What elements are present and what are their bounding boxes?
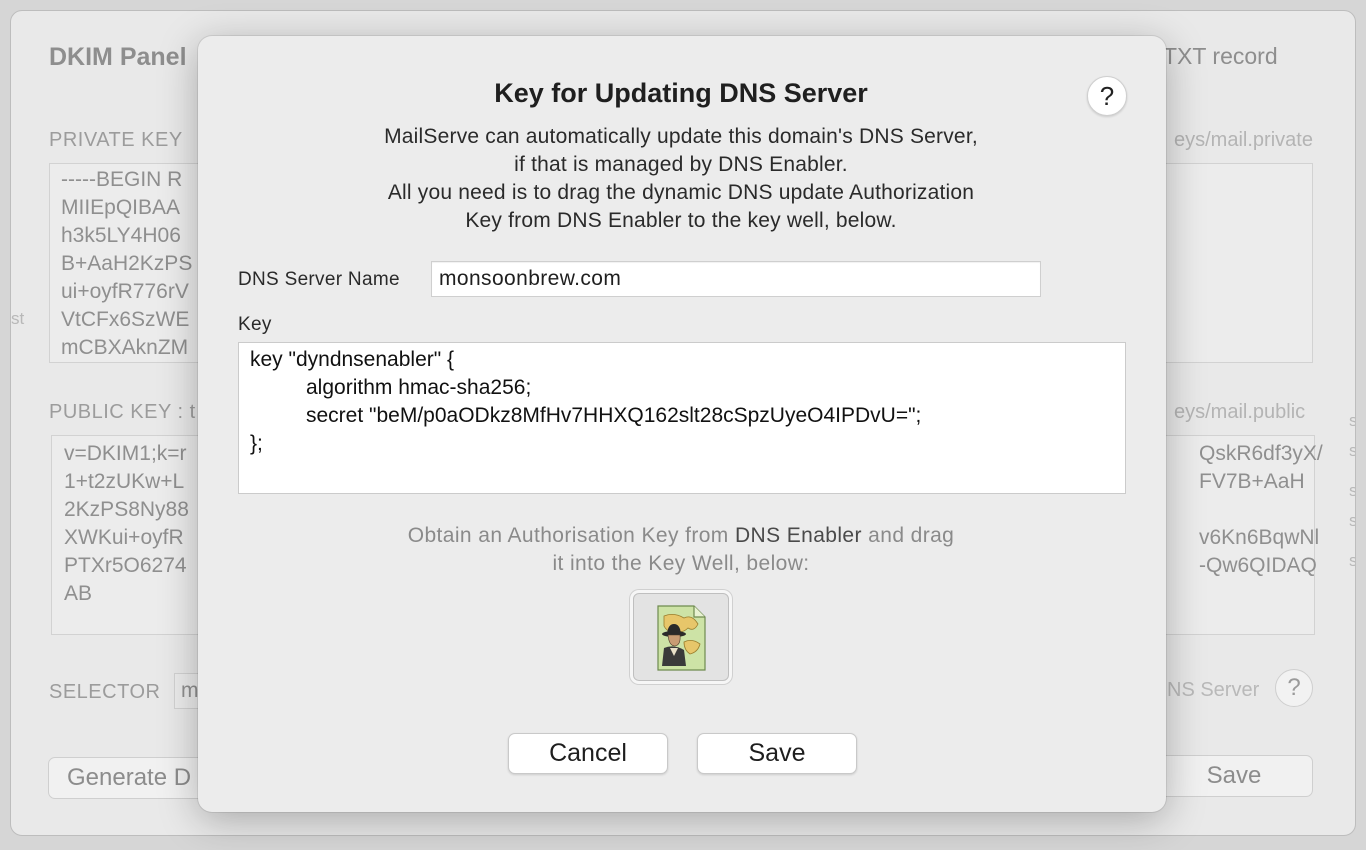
key-well-instructions: Obtain an Authorisation Key from DNS Ena… — [198, 522, 1164, 578]
instruction-line: Obtain an Authorisation Key from DNS Ena… — [198, 522, 1164, 550]
panel-title: DKIM Panel — [49, 43, 187, 71]
dialog-description: MailServe can automatically update this … — [198, 123, 1164, 235]
instruction-suffix: and drag — [861, 524, 955, 547]
txt-record-label: TXT record — [1163, 43, 1278, 69]
private-key-label: PRIVATE KEY — [49, 129, 183, 151]
key-textarea[interactable]: key "dyndnsenabler" { algorithm hmac-sha… — [238, 342, 1126, 494]
public-key-line-right: -Qw6QIDAQ — [1199, 554, 1317, 577]
description-line: Key from DNS Enabler to the key well, be… — [465, 209, 897, 232]
background-save-button[interactable]: Save — [1155, 755, 1313, 797]
dialog-title: Key for Updating DNS Server — [494, 78, 868, 108]
edge-fragment: s — [1349, 481, 1355, 501]
edge-fragment: s — [1349, 441, 1355, 461]
dns-key-dialog: Key for Updating DNS Server ? MailServe … — [198, 36, 1166, 812]
dns-key-file-icon — [657, 605, 706, 671]
edge-fragment: s — [1349, 551, 1355, 571]
public-key-line-right: FV7B+AaH — [1199, 470, 1305, 493]
background-help-button[interactable]: ? — [1275, 669, 1313, 707]
description-line: MailServe can automatically update this … — [384, 125, 978, 148]
dns-server-text: NS Server — [1167, 679, 1260, 701]
instruction-prefix: Obtain an Authorisation Key from — [407, 524, 735, 547]
instruction-line: it into the Key Well, below: — [552, 552, 810, 575]
dns-server-name-label: DNS Server Name — [238, 269, 400, 290]
key-text-line: secret "beM/p0aODkz8MfHv7HHXQ162slt28cSp… — [306, 404, 922, 427]
public-key-label: PUBLIC KEY : t — [49, 401, 196, 423]
selector-label: SELECTOR — [49, 681, 161, 703]
dns-server-name-input[interactable] — [431, 261, 1041, 297]
public-key-path: eys/mail.public — [1174, 401, 1306, 423]
key-text-line: key "dyndnsenabler" { — [250, 348, 455, 371]
description-line: if that is managed by DNS Enabler. — [514, 153, 848, 176]
public-key-line-right: QskR6df3yX/ — [1199, 442, 1323, 465]
edge-fragment: s — [1349, 511, 1355, 531]
save-button[interactable]: Save — [697, 733, 857, 774]
key-text-line: algorithm hmac-sha256; — [306, 376, 532, 399]
private-key-path: eys/mail.private — [1174, 129, 1313, 151]
generate-button[interactable]: Generate D — [48, 757, 218, 799]
public-key-line-right: v6Kn6BqwNl — [1199, 526, 1320, 549]
cancel-button[interactable]: Cancel — [508, 733, 668, 774]
description-line: All you need is to drag the dynamic DNS … — [387, 181, 975, 204]
key-well[interactable] — [633, 593, 729, 681]
help-button[interactable]: ? — [1087, 76, 1127, 116]
edge-fragment: st — [11, 309, 25, 328]
dns-enabler-app-name: DNS Enabler — [734, 524, 862, 547]
key-text-line: }; — [250, 432, 263, 455]
key-label: Key — [238, 314, 272, 335]
edge-fragment: s — [1349, 411, 1355, 431]
